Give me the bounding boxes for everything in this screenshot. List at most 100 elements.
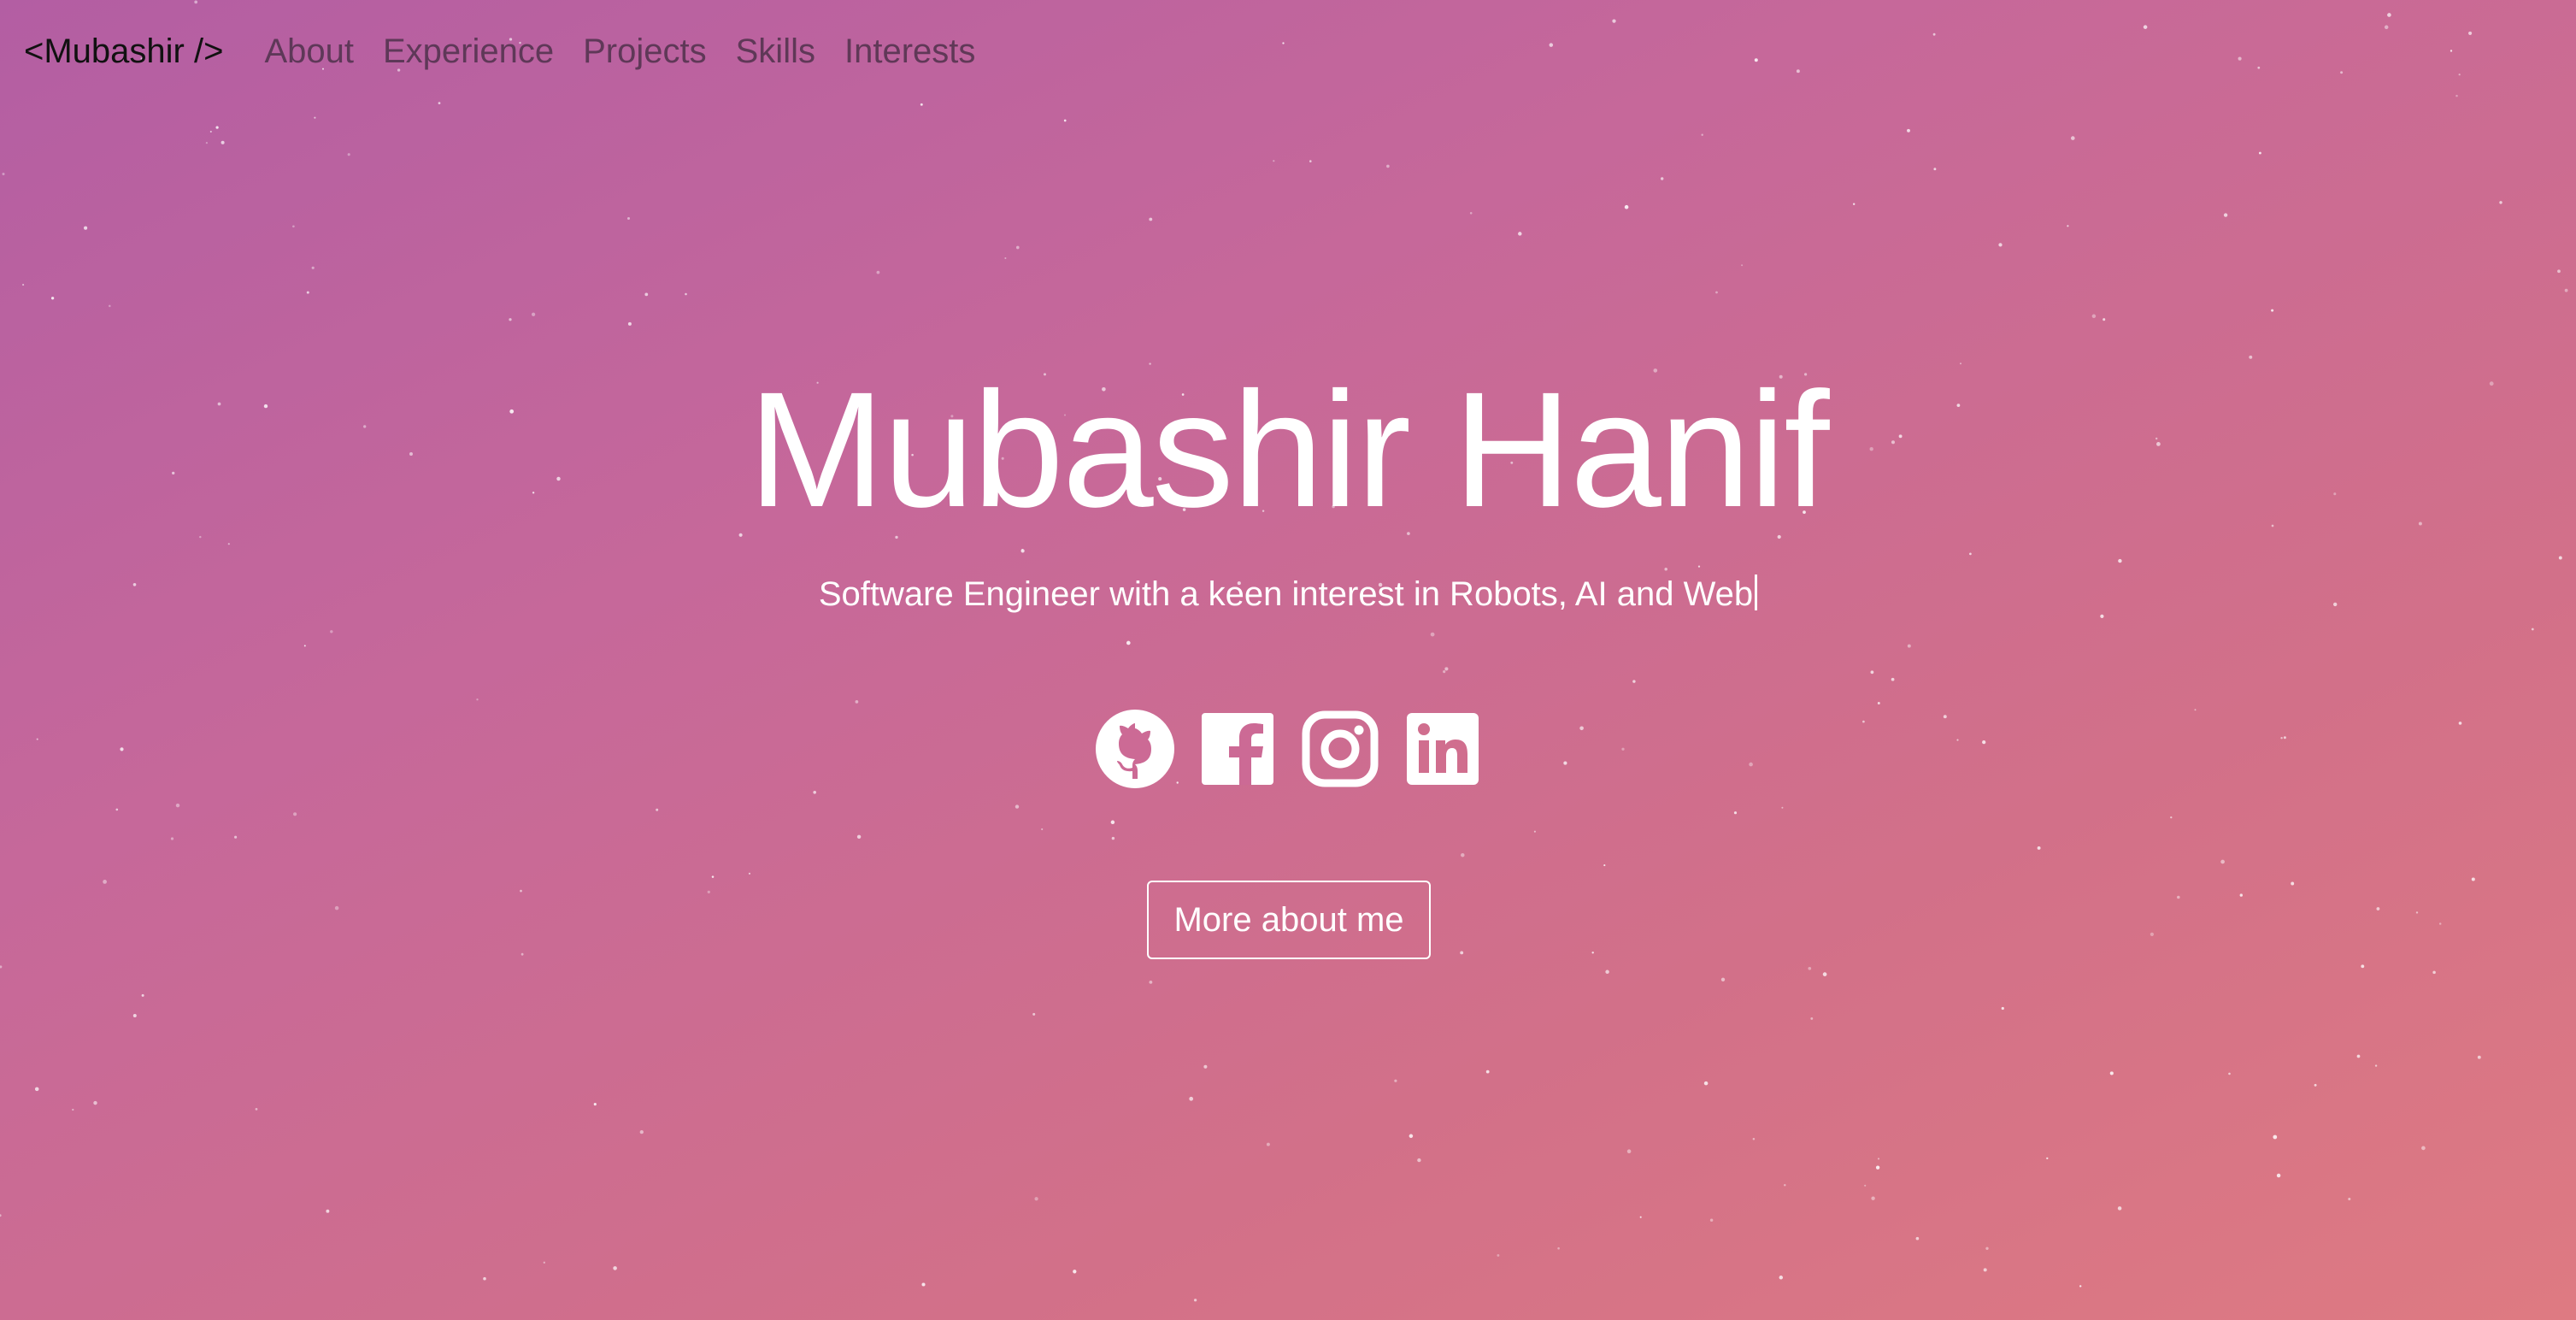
- star: [2079, 1285, 2082, 1288]
- star: [1557, 1246, 1560, 1250]
- star: [2340, 71, 2344, 74]
- star: [1591, 952, 1594, 954]
- star: [292, 225, 295, 228]
- star: [1603, 864, 1606, 867]
- star: [109, 304, 111, 308]
- star: [1870, 670, 1874, 675]
- star: [627, 321, 632, 326]
- star: [1875, 1165, 1880, 1170]
- instagram-icon[interactable]: [1299, 708, 1381, 790]
- star: [2177, 895, 2180, 899]
- star: [103, 880, 107, 884]
- star: [626, 216, 631, 221]
- linkedin-icon[interactable]: [1402, 708, 1484, 790]
- nav-link-skills[interactable]: Skills: [736, 32, 815, 71]
- github-icon[interactable]: [1094, 708, 1176, 790]
- hero-title: Mubashir Hanif: [748, 357, 1829, 541]
- star: [1943, 715, 1947, 719]
- star: [314, 116, 316, 119]
- star: [2387, 13, 2391, 17]
- star: [639, 1129, 644, 1134]
- star: [520, 952, 524, 956]
- star: [170, 837, 174, 840]
- brand-logo[interactable]: <Mubashir />: [24, 32, 223, 71]
- star: [1020, 549, 1025, 553]
- star: [1430, 632, 1435, 637]
- star: [2450, 50, 2453, 52]
- star: [1518, 232, 1522, 236]
- star: [2228, 1072, 2231, 1075]
- star: [311, 266, 315, 269]
- nav-link-about[interactable]: About: [264, 32, 354, 71]
- star: [2220, 859, 2225, 864]
- star: [234, 835, 238, 839]
- star: [347, 153, 350, 156]
- star: [2280, 736, 2283, 740]
- star: [194, 0, 198, 4]
- star: [855, 700, 859, 704]
- star: [1779, 1276, 1784, 1280]
- star: [685, 292, 687, 296]
- star: [205, 141, 209, 144]
- star: [2117, 1206, 2122, 1211]
- nav-link-interests[interactable]: Interests: [844, 32, 975, 71]
- star: [1784, 1184, 1786, 1187]
- star: [330, 630, 333, 633]
- star: [2477, 1055, 2481, 1059]
- star: [1563, 761, 1567, 765]
- star: [520, 889, 522, 893]
- star: [738, 533, 743, 537]
- facebook-icon[interactable]: [1197, 708, 1279, 790]
- star: [920, 103, 923, 106]
- star: [1394, 1079, 1397, 1082]
- star: [2257, 66, 2261, 69]
- star: [1111, 836, 1115, 840]
- star: [326, 1209, 330, 1213]
- star: [2109, 1071, 2114, 1075]
- star: [483, 1276, 486, 1281]
- star: [509, 318, 512, 321]
- nav-link-experience[interactable]: Experience: [383, 32, 554, 71]
- star: [1015, 804, 1020, 809]
- star: [2374, 1064, 2378, 1067]
- star: [2558, 556, 2562, 560]
- star: [2001, 1006, 2004, 1011]
- star: [2468, 31, 2473, 35]
- social-links: [1094, 708, 1504, 790]
- star: [1822, 972, 1827, 976]
- star: [2170, 816, 2173, 819]
- star: [1956, 739, 1959, 741]
- star: [1701, 133, 1703, 136]
- star: [2291, 881, 2295, 886]
- star: [1720, 977, 1726, 981]
- star: [2150, 932, 2155, 937]
- star: [1697, 565, 1701, 568]
- star: [1189, 1096, 1194, 1101]
- star: [1282, 42, 1285, 44]
- star: [1639, 1216, 1642, 1218]
- star: [1733, 811, 1738, 815]
- star: [2499, 201, 2502, 204]
- star: [1810, 1017, 1814, 1020]
- star: [1605, 969, 1609, 975]
- star: [1497, 1253, 1500, 1257]
- star: [1149, 217, 1153, 221]
- star: [34, 1087, 39, 1092]
- more-about-me-button[interactable]: More about me: [1147, 881, 1431, 959]
- star: [2458, 74, 2461, 76]
- nav-link-projects[interactable]: Projects: [583, 32, 707, 71]
- star: [1632, 680, 1636, 683]
- star: [1032, 1012, 1036, 1016]
- star: [2103, 318, 2106, 321]
- star: [813, 791, 816, 794]
- star: [93, 1100, 97, 1105]
- star: [2067, 225, 2069, 227]
- star: [303, 645, 306, 647]
- star: [2376, 907, 2380, 910]
- star: [221, 140, 225, 144]
- star: [1932, 32, 1936, 36]
- star: [1409, 1134, 1414, 1139]
- star: [476, 698, 479, 701]
- star: [1754, 58, 1758, 62]
- star: [120, 747, 124, 751]
